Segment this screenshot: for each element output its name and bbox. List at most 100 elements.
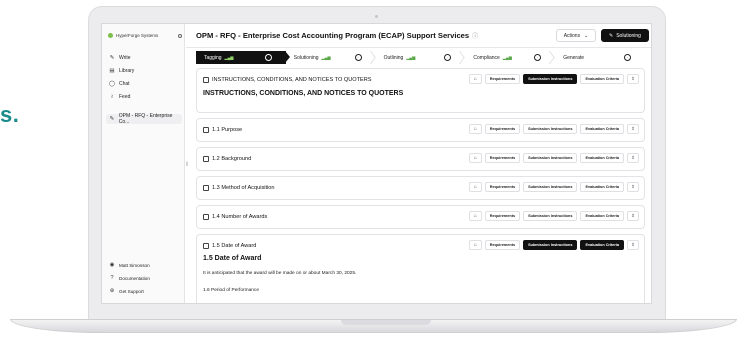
sidebar: HyperForge Systems ✎ Write ▤ Library ◯ C…: [102, 24, 185, 303]
requirements-button[interactable]: Requirements: [484, 153, 521, 163]
step-generate[interactable]: Generate ·: [555, 51, 645, 64]
submission-instructions-button[interactable]: Submission Instructions: [523, 74, 578, 84]
requirements-button[interactable]: Requirements: [484, 240, 521, 250]
step-label: Outlining: [383, 54, 404, 61]
page-title: OPM - RFQ - Enterprise Cost Accounting P…: [196, 31, 478, 40]
section-row: 1.5 Date of Award: [203, 243, 256, 249]
clock-icon: ·: [354, 54, 362, 61]
section-heading: INSTRUCTIONS, CONDITIONS, AND NOTICES TO…: [203, 90, 404, 97]
workflow-stepper: Tagging ▂▄▆ · Solutioning ▂▄▆ · Outlining ▂…: [196, 51, 645, 64]
header: OPM - RFQ - Enterprise Cost Accounting P…: [186, 24, 651, 48]
sidebar-resize-handle[interactable]: ‖: [186, 162, 188, 168]
help-icon: ?: [110, 275, 114, 281]
sidebar-item-label: Chat: [119, 81, 130, 87]
step-label: Solutioning: [293, 54, 319, 61]
section-label: 1.4 Number of Awards: [212, 214, 268, 220]
section-tools: ⌂ Requirements Submission Instructions E…: [468, 211, 639, 221]
submission-instructions-button[interactable]: Submission Instructions: [523, 153, 578, 163]
app-screen: HyperForge Systems ✎ Write ▤ Library ◯ C…: [101, 23, 652, 304]
expand-icon[interactable]: ⇕: [627, 240, 639, 250]
tag-icon[interactable]: ⌂: [468, 211, 482, 221]
clock-icon: ·: [444, 54, 452, 61]
expand-icon[interactable]: ⇕: [627, 124, 639, 134]
evaluation-criteria-button[interactable]: Evaluation Criteria: [580, 153, 624, 163]
submission-instructions-button[interactable]: Submission Instructions: [523, 124, 578, 134]
section-card: INSTRUCTIONS, CONDITIONS, AND NOTICES TO…: [196, 68, 645, 113]
section-card: 1.3 Method of Acquisition ⌂ Requirements…: [196, 176, 645, 200]
sidebar-item-label: Get Support: [119, 288, 144, 294]
sidebar-item-library[interactable]: ▤ Library: [106, 66, 182, 76]
signal-icon: ▂▄▆: [406, 55, 416, 60]
section-row: 1.4 Number of Awards: [203, 214, 267, 220]
sidebar-project-item[interactable]: ✎ OPM - RFQ - Enterprise Co...: [106, 113, 182, 125]
chat-icon: ◯: [108, 81, 116, 87]
sidebar-item-write[interactable]: ✎ Write: [106, 53, 182, 63]
actions-label: Actions: [563, 32, 581, 39]
section-checkbox[interactable]: [203, 214, 209, 220]
expand-icon[interactable]: ⇕: [627, 74, 639, 84]
section-tools: ⌂ Requirements Submission Instructions E…: [468, 240, 639, 250]
submission-instructions-button[interactable]: Submission Instructions: [523, 240, 578, 250]
requirements-button[interactable]: Requirements: [484, 182, 521, 192]
step-label: Tagging: [204, 54, 222, 61]
sidebar-item-documentation[interactable]: ? Documentation: [106, 273, 182, 283]
section-label: 1.5 Date of Award: [212, 243, 257, 249]
evaluation-criteria-button[interactable]: Evaluation Criteria: [580, 182, 624, 192]
section-tools: ⌂ Requirements Submission Instructions E…: [468, 182, 639, 192]
pen-icon: ✎: [109, 116, 115, 122]
page-title-text: OPM - RFQ - Enterprise Cost Accounting P…: [196, 31, 470, 40]
evaluation-criteria-button[interactable]: Evaluation Criteria: [580, 211, 624, 221]
workspace-switcher[interactable]: HyperForge Systems: [108, 33, 182, 38]
step-compliance[interactable]: Compliance ▂▄▆ ·: [465, 51, 555, 64]
info-icon[interactable]: ⓘ: [472, 34, 478, 40]
signal-icon: ▂▄▆: [224, 55, 234, 60]
evaluation-criteria-button[interactable]: Evaluation Criteria: [580, 240, 624, 250]
expand-icon[interactable]: ⇕: [627, 211, 639, 221]
tag-icon[interactable]: ⌂: [468, 124, 482, 134]
sidebar-item-support[interactable]: ⊛ Get Support: [106, 286, 182, 296]
sidebar-item-feed[interactable]: ≀ Feed: [106, 92, 182, 102]
sidebar-item-chat[interactable]: ◯ Chat: [106, 79, 182, 89]
step-tagging[interactable]: Tagging ▂▄▆ ·: [196, 51, 290, 64]
section-tools: ⌂ Requirements Submission Instructions E…: [468, 124, 639, 134]
section-checkbox[interactable]: [203, 156, 209, 162]
sidebar-user[interactable]: ◉ Matt Simonson: [106, 260, 182, 270]
expand-icon[interactable]: ⇕: [627, 182, 639, 192]
pen-icon: ✎: [609, 32, 614, 39]
sidebar-item-label: Documentation: [119, 275, 150, 281]
signal-icon: ▂▄▆: [321, 55, 331, 60]
requirements-button[interactable]: Requirements: [484, 124, 521, 134]
tag-icon[interactable]: ⌂: [468, 182, 482, 192]
rss-icon: ≀: [110, 94, 114, 100]
solutioning-button[interactable]: ✎ Solutioning: [601, 29, 649, 42]
sidebar-toggle-icon[interactable]: [178, 33, 182, 38]
chevron-right-icon: [284, 51, 290, 63]
tag-icon[interactable]: ⌂: [468, 153, 482, 163]
laptop-notch: [341, 320, 431, 325]
clock-icon: ·: [623, 54, 631, 61]
requirements-button[interactable]: Requirements: [484, 74, 521, 84]
tag-icon[interactable]: ⌂: [468, 240, 482, 250]
evaluation-criteria-button[interactable]: Evaluation Criteria: [580, 124, 624, 134]
step-outlining[interactable]: Outlining ▂▄▆ ·: [376, 51, 466, 64]
section-checkbox[interactable]: [203, 185, 209, 191]
section-tools: ⌂ Requirements Submission Instructions E…: [468, 153, 639, 163]
background-text: s.: [0, 102, 20, 127]
submission-instructions-button[interactable]: Submission Instructions: [523, 211, 578, 221]
section-checkbox[interactable]: [203, 77, 209, 83]
evaluation-criteria-button[interactable]: Evaluation Criteria: [580, 74, 624, 84]
tag-icon[interactable]: ⌂: [468, 74, 482, 84]
actions-button[interactable]: Actions ⌄: [556, 29, 596, 42]
section-label: INSTRUCTIONS, CONDITIONS, AND NOTICES TO…: [212, 77, 372, 83]
submission-instructions-button[interactable]: Submission Instructions: [523, 182, 578, 192]
section-checkbox[interactable]: [203, 243, 209, 249]
section-checkbox[interactable]: [203, 127, 209, 133]
brand-name: HyperForge Systems: [116, 33, 159, 38]
signal-icon: ▂▄▆: [502, 55, 512, 60]
requirements-button[interactable]: Requirements: [484, 211, 521, 221]
expand-icon[interactable]: ⇕: [627, 153, 639, 163]
clock-icon: ·: [264, 54, 272, 61]
step-solutioning[interactable]: Solutioning ▂▄▆ ·: [286, 51, 376, 64]
stage: s. HyperForge Systems ✎ Write ▤ Library …: [0, 0, 747, 347]
sidebar-item-label: Library: [119, 68, 135, 74]
